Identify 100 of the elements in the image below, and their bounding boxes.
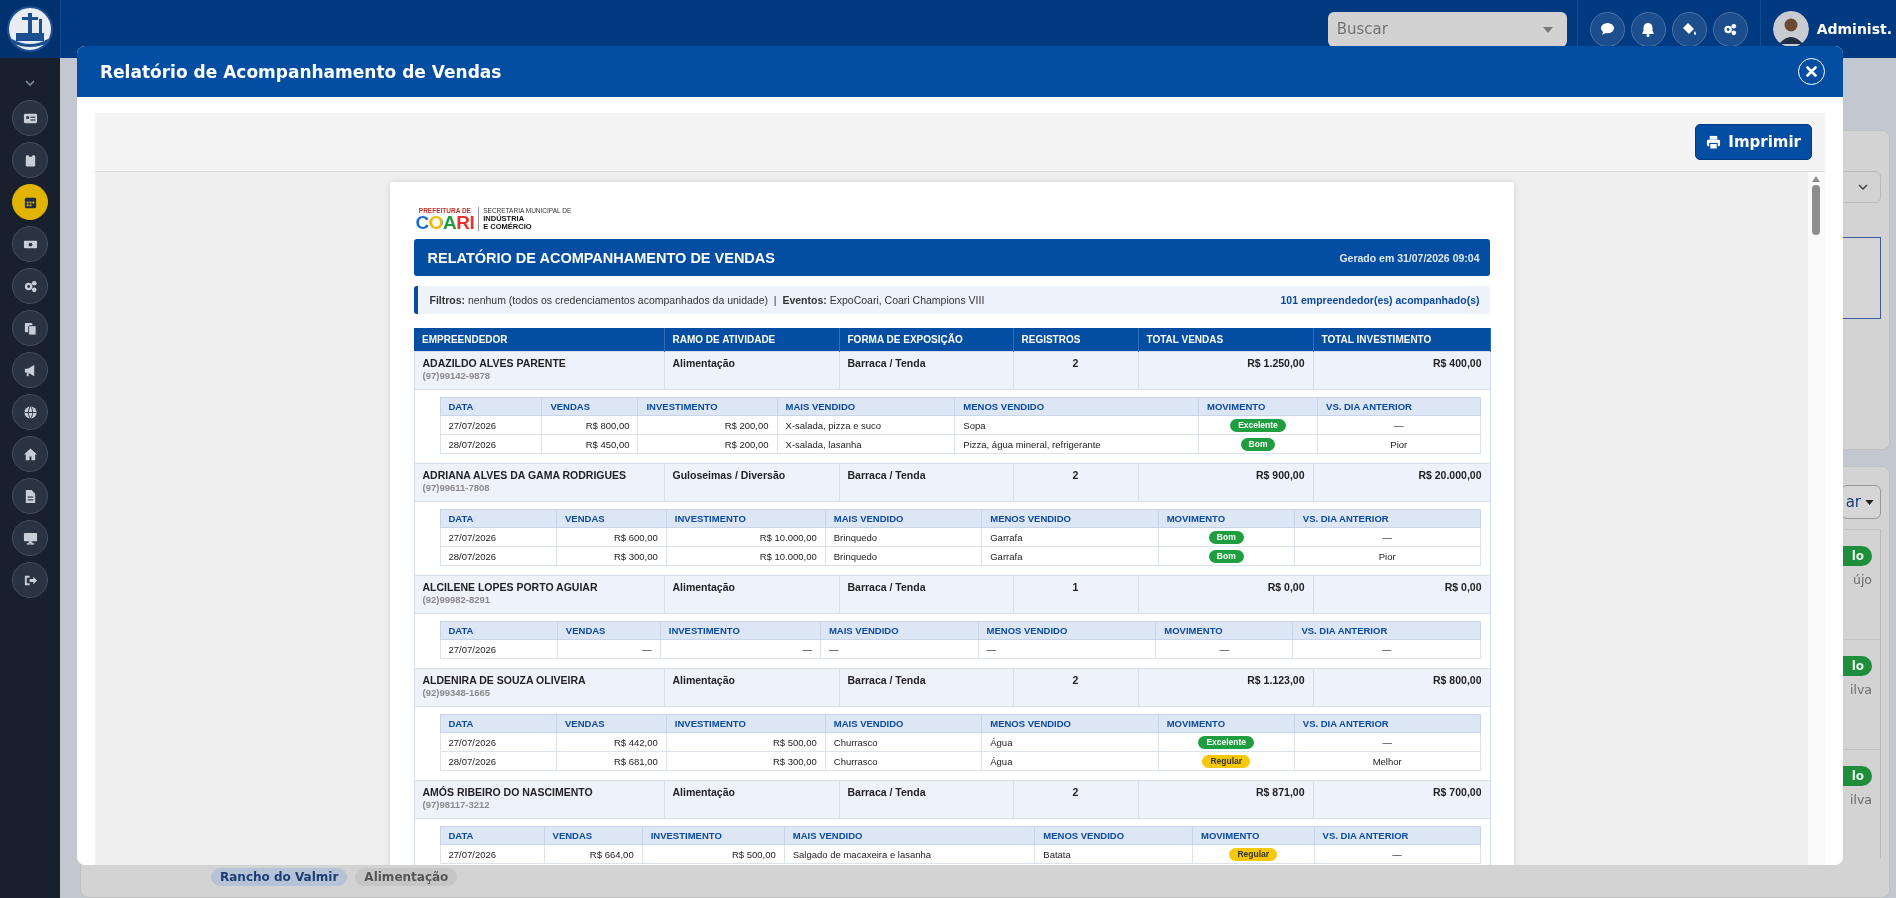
table-cell: 2: [1013, 463, 1138, 502]
column-header: INVESTIMENTO: [666, 509, 826, 528]
column-header: VENDAS: [556, 509, 667, 528]
copy-icon: [22, 320, 38, 336]
table-cell: 27/07/2026: [440, 732, 557, 752]
column-header: VS. DIA ANTERIOR: [1314, 826, 1480, 845]
sidebar-item[interactable]: [12, 562, 48, 598]
table-cell: —: [1314, 844, 1480, 864]
column-header: MOVIMENTO: [1192, 826, 1315, 845]
print-button[interactable]: Imprimir: [1695, 124, 1812, 160]
sidebar-item[interactable]: [12, 268, 48, 304]
column-header: FORMA DE EXPOSIÇÃO: [839, 328, 1013, 352]
table-cell: Guloseimas / Diversão: [664, 463, 839, 502]
theme-button[interactable]: [1671, 11, 1707, 47]
table-cell: R$ 442,00: [556, 732, 667, 752]
sidebar-item[interactable]: [12, 226, 48, 262]
column-header: MOVIMENTO: [1198, 397, 1318, 416]
monitor-icon: [22, 530, 38, 546]
table-cell: R$ 10.000,00: [666, 546, 826, 566]
settings-button[interactable]: [1712, 11, 1748, 47]
column-header: INVESTIMENTO: [666, 714, 826, 733]
chevron-down-icon[interactable]: [25, 80, 35, 86]
tag: Alimentação: [355, 868, 458, 886]
table-cell: R$ 0,00: [1138, 575, 1313, 614]
chat-icon: [1599, 22, 1615, 36]
table-cell: R$ 664,00: [544, 844, 643, 864]
emblem-icon: [6, 5, 54, 53]
entrepreneur-name: AMÓS RIBEIRO DO NASCIMENTO: [422, 786, 594, 798]
column-header: INVESTIMENTO: [637, 397, 778, 416]
table-cell: —: [1294, 732, 1480, 752]
table-cell: R$ 0,00: [1313, 575, 1490, 614]
column-header: EMPREENDEDOR: [414, 328, 664, 352]
table-cell: Pior: [1294, 546, 1480, 566]
user-name[interactable]: Administ.: [1816, 21, 1892, 37]
column-header: DATA: [440, 509, 557, 528]
table-cell: —: [1292, 639, 1480, 659]
logo-wordmark: COARI: [415, 214, 475, 231]
notifications-button[interactable]: [1630, 11, 1666, 47]
generated-date: Gerado em 31/07/2026 09:04: [1339, 251, 1480, 264]
sidebar-item[interactable]: [12, 142, 48, 178]
column-header: RAMO DE ATIVIDADE: [664, 328, 839, 352]
column-header: MOVIMENTO: [1158, 714, 1295, 733]
scroll-up-icon[interactable]: [1812, 176, 1820, 182]
caret-icon: [1542, 26, 1553, 33]
column-header: VS. DIA ANTERIOR: [1294, 714, 1480, 733]
sidebar-item[interactable]: [12, 520, 48, 556]
column-header: VS. DIA ANTERIOR: [1294, 509, 1480, 528]
table-cell: Barraca / Tenda: [839, 668, 1013, 707]
table-cell: Brinquedo: [825, 527, 982, 547]
table-cell: X-salada, pizza e suco: [777, 415, 955, 435]
modal-title: Relatório de Acompanhamento de Vendas: [100, 61, 502, 82]
phone-number: (92)99348-1665: [422, 687, 492, 698]
scroll-thumb[interactable]: [1812, 185, 1820, 235]
table-cell: 27/07/2026: [440, 844, 545, 864]
bell-icon: [1641, 21, 1656, 37]
table-cell: Barraca / Tenda: [839, 780, 1013, 819]
status-badge: Bom: [1208, 549, 1244, 563]
sidebar-item[interactable]: [12, 184, 48, 220]
caret-icon: [1865, 499, 1874, 505]
sidebar-item[interactable]: [12, 310, 48, 346]
column-header: MENOS VENDIDO: [978, 621, 1156, 640]
sidebar-item[interactable]: [12, 436, 48, 472]
chat-button[interactable]: [1589, 11, 1625, 47]
table-cell: Alimentação: [664, 780, 839, 819]
dropdown-button[interactable]: ar: [1840, 485, 1881, 519]
scrollbar[interactable]: [1808, 172, 1825, 865]
table-cell: 28/07/2026: [440, 434, 542, 454]
table-cell: Pizza, água mineral, refrigerante: [954, 434, 1199, 454]
column-header: MENOS VENDIDO: [981, 714, 1159, 733]
table-cell: R$ 681,00: [556, 751, 667, 771]
entrepreneur-name: ALCILENE LOPES PORTO AGUIAR: [422, 581, 599, 593]
table-cell: —: [978, 639, 1156, 659]
status-badge: Regular: [1202, 754, 1251, 768]
search-field[interactable]: Buscar: [1327, 11, 1567, 47]
column-header: TOTAL VENDAS: [1138, 328, 1313, 352]
table-cell: —: [1317, 415, 1480, 435]
phone-number: (97)99611-7808: [422, 482, 491, 493]
table-cell: 28/07/2026: [440, 546, 557, 566]
sidebar-item[interactable]: [12, 394, 48, 430]
table-cell: R$ 450,00: [541, 434, 638, 454]
table-cell: R$ 800,00: [1313, 668, 1490, 707]
sidebar-item[interactable]: [12, 478, 48, 514]
table-cell: Garrafa: [981, 527, 1159, 547]
table-cell: R$ 500,00: [666, 732, 826, 752]
table-cell: R$ 300,00: [666, 751, 826, 771]
column-header: INVESTIMENTO: [642, 826, 785, 845]
table-cell: R$ 200,00: [637, 434, 778, 454]
avatar[interactable]: [1772, 11, 1809, 47]
column-header: MAIS VENDIDO: [777, 397, 955, 416]
sidebar-item[interactable]: [12, 352, 48, 388]
table-cell: Melhor: [1294, 751, 1480, 771]
table-cell: 2: [1013, 780, 1138, 819]
column-header: VS. DIA ANTERIOR: [1317, 397, 1480, 416]
sidebar-item[interactable]: [12, 100, 48, 136]
table-cell: R$ 800,00: [541, 415, 638, 435]
table-cell: X-salada, lasanha: [777, 434, 955, 454]
status-badge: Bom: [1240, 437, 1276, 451]
status-badge: Excelente: [1198, 735, 1255, 749]
phone-number: (97)99142-9878: [422, 370, 492, 381]
column-header: VS. DIA ANTERIOR: [1292, 621, 1480, 640]
